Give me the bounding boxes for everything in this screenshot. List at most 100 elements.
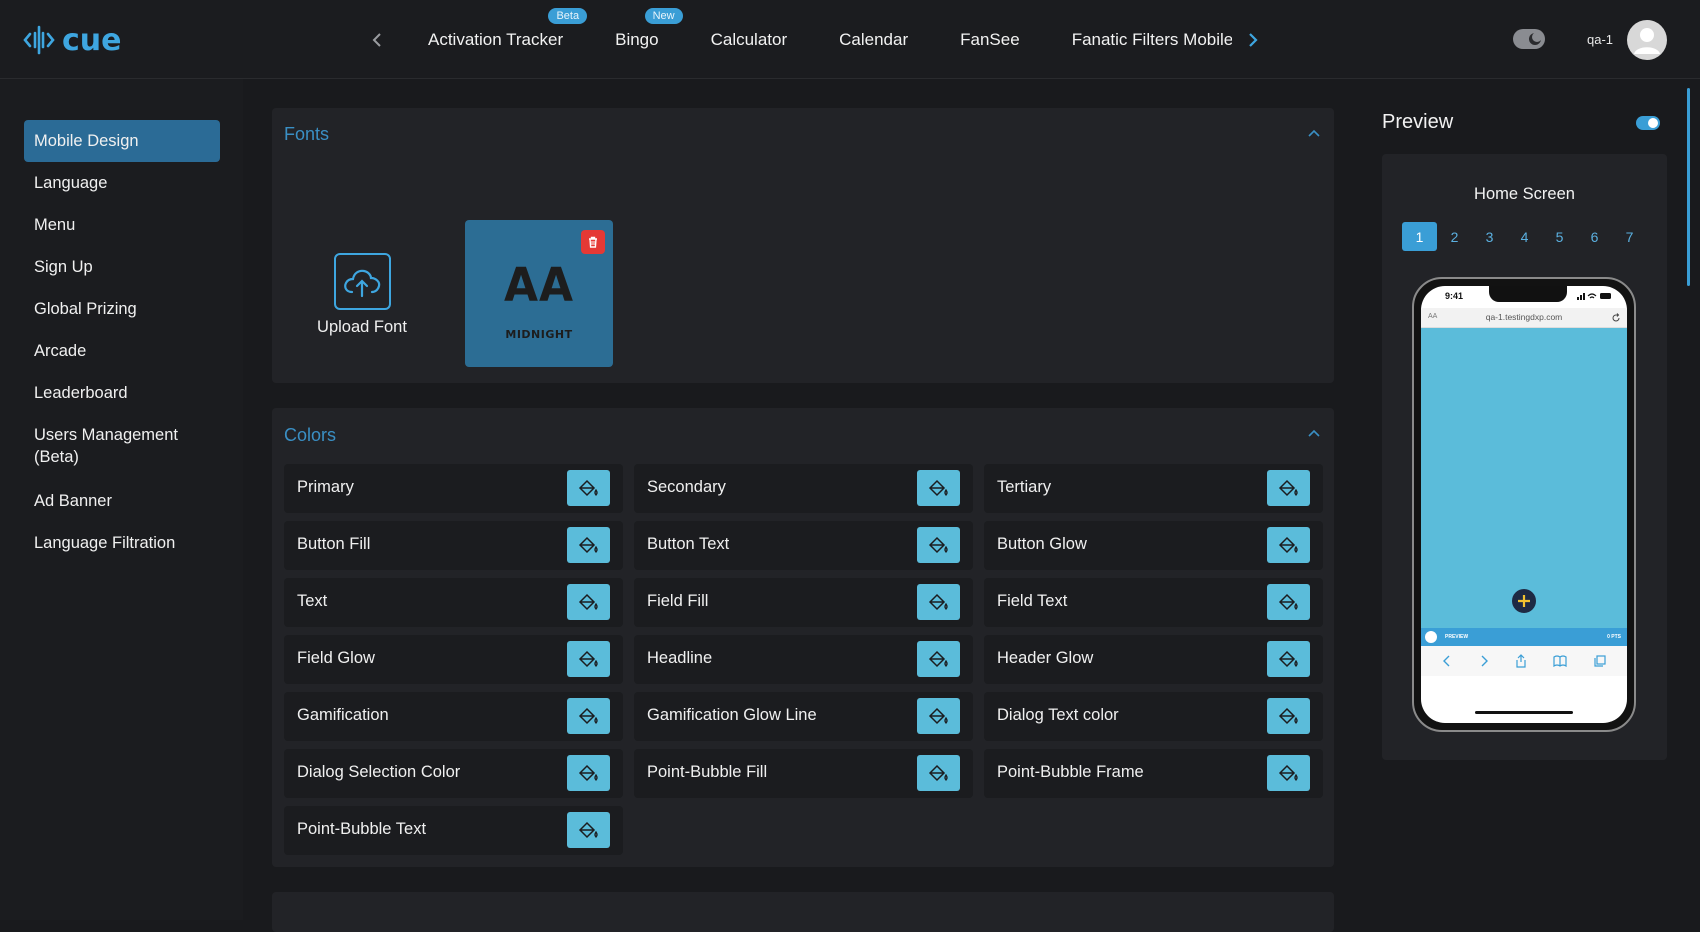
tab-fansee[interactable]: FanSee	[960, 30, 1020, 50]
color-picker-button[interactable]	[567, 641, 610, 677]
page-3-button[interactable]: 3	[1472, 222, 1507, 251]
nav-prev-button[interactable]	[367, 28, 387, 52]
sidebar-item-ad-banner[interactable]: Ad Banner	[24, 480, 220, 522]
color-item: Field Text	[984, 578, 1323, 627]
color-picker-button[interactable]	[567, 812, 610, 848]
paint-bucket-icon	[928, 764, 948, 782]
tab-calculator[interactable]: Calculator	[711, 30, 788, 50]
tab-calendar[interactable]: Calendar	[839, 30, 908, 50]
preview-toggle[interactable]	[1636, 116, 1660, 130]
phone-bottom-left-text: PREVIEW	[1445, 634, 1469, 640]
color-picker-button[interactable]	[567, 527, 610, 563]
paint-bucket-icon	[578, 821, 598, 839]
color-item: Headline	[634, 635, 973, 684]
color-item: Primary	[284, 464, 623, 513]
sidebar-item-label: Language	[34, 174, 108, 192]
sidebar-item-sign-up[interactable]: Sign Up	[24, 246, 220, 288]
color-picker-button[interactable]	[917, 698, 960, 734]
waveform-icon	[23, 25, 55, 55]
upload-font-button[interactable]: Upload Font	[302, 253, 422, 337]
page-6-button[interactable]: 6	[1577, 222, 1612, 251]
phone-url-bar: AA qa-1.testingdxp.com	[1421, 308, 1627, 328]
font-name: MIDNIGHT	[505, 328, 573, 341]
sidebar-item-leaderboard[interactable]: Leaderboard	[24, 372, 220, 414]
beta-badge: Beta	[548, 7, 588, 24]
phone-plus-button	[1510, 587, 1538, 615]
sidebar-item-label: Menu	[34, 216, 76, 234]
top-bar: cue Activation Tracker Beta Bingo New Ca…	[0, 0, 1700, 79]
page-1-button[interactable]: 1	[1402, 222, 1437, 251]
colors-collapse-button[interactable]	[1306, 425, 1322, 441]
page-7-button[interactable]: 7	[1612, 222, 1647, 251]
next-section	[272, 892, 1334, 932]
tab-label: Fanatic Filters Mobile	[1071, 29, 1232, 49]
paint-bucket-icon	[578, 536, 598, 554]
color-item: Field Fill	[634, 578, 973, 627]
color-picker-button[interactable]	[567, 584, 610, 620]
color-picker-button[interactable]	[1267, 755, 1310, 791]
color-label: Tertiary	[997, 478, 1052, 496]
color-picker-button[interactable]	[1267, 584, 1310, 620]
color-picker-button[interactable]	[1267, 470, 1310, 506]
sidebar-item-arcade[interactable]: Arcade	[24, 330, 220, 372]
color-item: Gamification Glow Line	[634, 692, 973, 741]
color-picker-button[interactable]	[917, 755, 960, 791]
forward-icon	[1481, 655, 1488, 667]
page-2-button[interactable]: 2	[1437, 222, 1472, 251]
tab-fanatic-filters-mobile[interactable]: Fanatic Filters Mobile	[1072, 30, 1232, 50]
sidebar-item-global-prizing[interactable]: Global Prizing	[24, 288, 220, 330]
color-item: Dialog Text color	[984, 692, 1323, 741]
sidebar-item-menu[interactable]: Menu	[24, 204, 220, 246]
sidebar-item-users-management[interactable]: Users Management (Beta)	[24, 414, 204, 478]
color-picker-button[interactable]	[917, 470, 960, 506]
paint-bucket-icon	[928, 707, 948, 725]
color-item: Point-Bubble Fill	[634, 749, 973, 798]
tab-bingo[interactable]: Bingo New	[615, 7, 683, 50]
color-picker-button[interactable]	[1267, 641, 1310, 677]
color-item: Point-Bubble Frame	[984, 749, 1323, 798]
tab-label: Bingo	[615, 29, 659, 49]
cue-logo[interactable]: cue	[22, 20, 122, 60]
color-label: Gamification Glow Line	[647, 706, 817, 724]
color-picker-button[interactable]	[567, 470, 610, 506]
new-badge: New	[644, 7, 683, 24]
page-scrollbar[interactable]	[1687, 88, 1690, 286]
color-picker-button[interactable]	[917, 641, 960, 677]
paint-bucket-icon	[1278, 593, 1298, 611]
color-item: Gamification	[284, 692, 623, 741]
sidebar-item-language-filtration[interactable]: Language Filtration	[24, 522, 220, 564]
color-label: Dialog Selection Color	[297, 763, 461, 781]
avatar[interactable]	[1627, 20, 1667, 60]
delete-font-button[interactable]	[581, 230, 605, 254]
theme-toggle[interactable]	[1513, 29, 1545, 49]
color-label: Field Text	[997, 592, 1068, 610]
page-5-button[interactable]: 5	[1542, 222, 1577, 251]
phone-time: 9:41	[1445, 291, 1464, 301]
nav-next-button[interactable]	[1243, 28, 1263, 52]
color-picker-button[interactable]	[917, 584, 960, 620]
sidebar-item-label: Leaderboard	[34, 384, 128, 402]
color-picker-button[interactable]	[1267, 527, 1310, 563]
sidebar-item-mobile-design[interactable]: Mobile Design	[24, 120, 220, 162]
color-picker-button[interactable]	[1267, 698, 1310, 734]
cloud-upload-icon	[344, 269, 381, 297]
color-picker-button[interactable]	[917, 527, 960, 563]
signal-wifi-battery-icon	[1577, 293, 1611, 300]
chevron-right-icon	[1249, 33, 1258, 47]
tab-activation-tracker[interactable]: Activation Tracker Beta	[428, 7, 588, 50]
app-tabs: Activation Tracker Beta Bingo New Calcul…	[428, 0, 1232, 79]
sidebar-item-label: Mobile Design	[34, 132, 139, 150]
user-name[interactable]: qa-1	[1587, 32, 1613, 47]
color-item: Button Fill	[284, 521, 623, 570]
font-card[interactable]: AA MIDNIGHT	[465, 220, 613, 367]
page-4-button[interactable]: 4	[1507, 222, 1542, 251]
color-picker-button[interactable]	[567, 698, 610, 734]
fonts-collapse-button[interactable]	[1306, 125, 1322, 141]
chevron-up-icon	[1308, 129, 1320, 137]
color-label: Header Glow	[997, 649, 1094, 667]
tab-label: Activation Tracker	[428, 29, 564, 49]
color-picker-button[interactable]	[567, 755, 610, 791]
sidebar-item-language[interactable]: Language	[24, 162, 220, 204]
upload-font-label: Upload Font	[317, 318, 407, 336]
chevron-left-icon	[372, 33, 381, 47]
